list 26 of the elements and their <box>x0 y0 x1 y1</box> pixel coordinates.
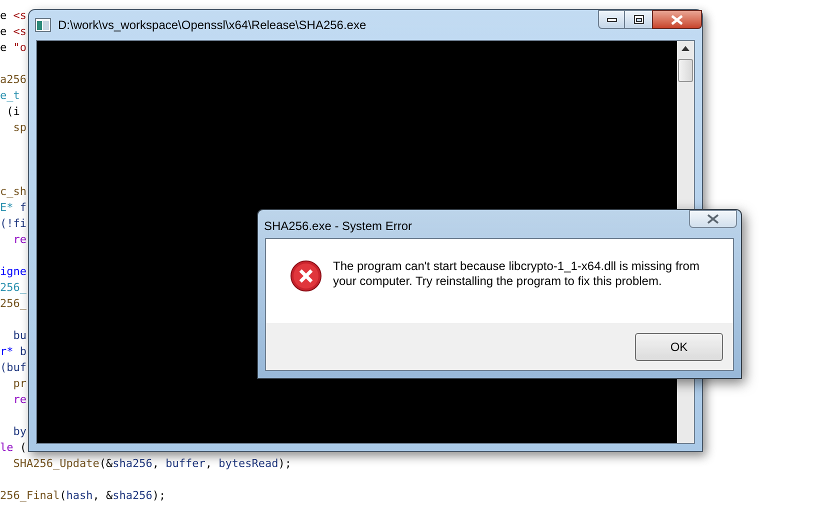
code-line: r* b <box>0 345 26 358</box>
code-line: E* f <box>0 201 26 214</box>
code-line: SHA256_Update(&sha256, buffer, bytesRead); <box>12 457 292 470</box>
code-line: re <box>12 393 26 406</box>
code-line: e <s <box>0 25 26 38</box>
code-line: sp <box>12 121 26 134</box>
window-title: D:\work\vs_workspace\Openssl\x64\Release\SHA256.exe <box>58 17 366 34</box>
code-line: e "o <box>0 41 26 54</box>
dialog-title: SHA256.exe - System Error <box>264 218 412 235</box>
code-line: bu <box>12 329 26 342</box>
code-line: a256 <box>0 73 26 86</box>
code-line: le ( <box>0 441 26 454</box>
code-line: pr <box>12 377 26 390</box>
code-line: by <box>12 425 26 438</box>
code-line: c_sh <box>0 185 26 198</box>
code-line: 256_ <box>0 297 26 310</box>
error-message: The program can't start because libcrypto-1_1-x64.dll is missing from your computer. Try reinstalling the program to fix this problem. <box>333 259 700 289</box>
code-line: (i <box>6 105 20 118</box>
code-line: (!fi <box>0 217 26 230</box>
code-line: (buf <box>0 361 26 374</box>
code-line: igne <box>0 265 26 278</box>
code-line: 256_Final(hash, &sha256); <box>0 489 166 502</box>
code-line: 256_ <box>0 281 26 294</box>
code-line: e_t <box>0 89 20 102</box>
code-line: re <box>12 233 26 246</box>
code-line: e <s <box>0 9 26 22</box>
